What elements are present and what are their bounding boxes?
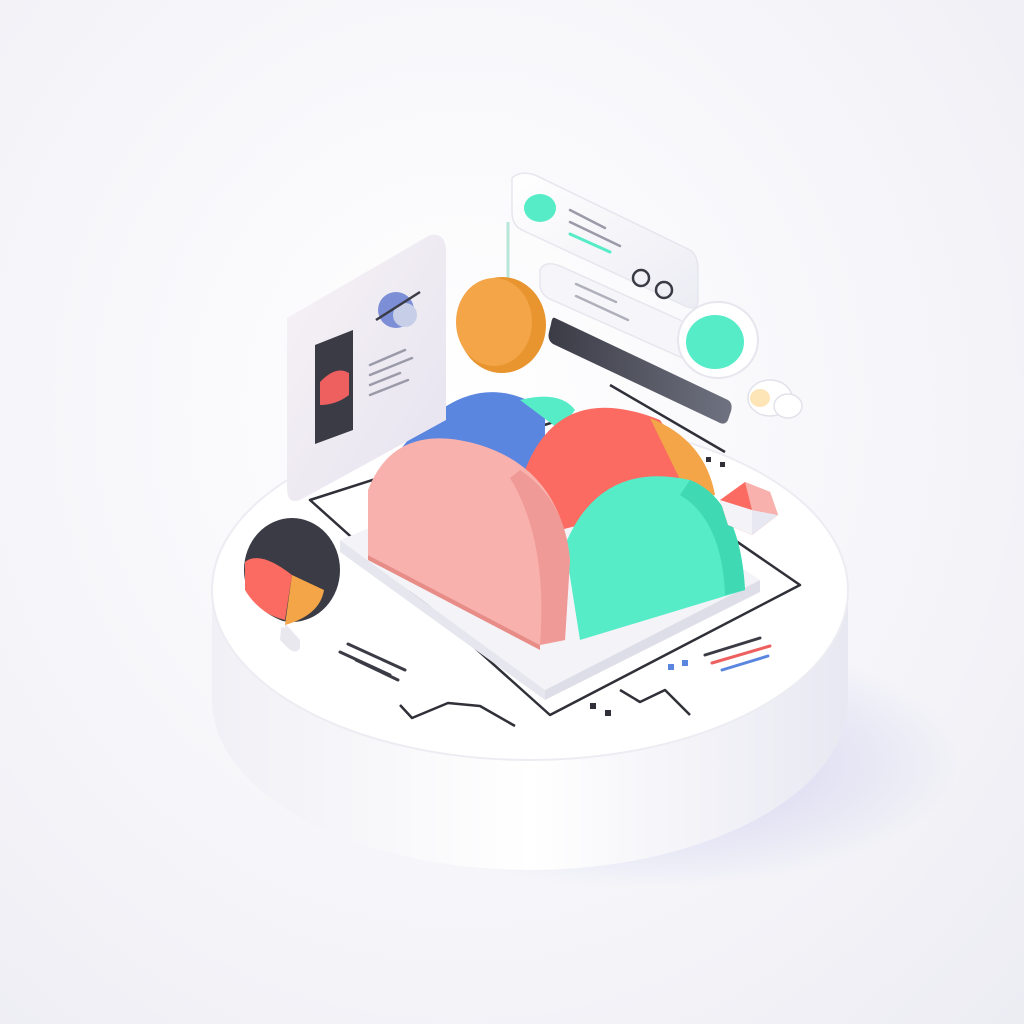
floating-panel-icon xyxy=(511,172,759,424)
illustration-scene xyxy=(0,0,1024,1024)
cloud-icon xyxy=(747,379,803,419)
orange-coin-icon xyxy=(456,222,546,373)
illustration-canvas xyxy=(211,172,960,890)
